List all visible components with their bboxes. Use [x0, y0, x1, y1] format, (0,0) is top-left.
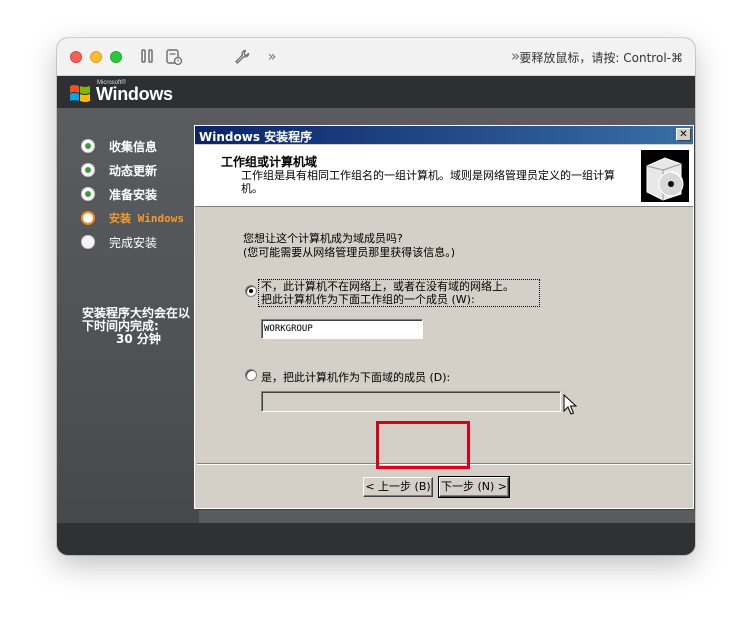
header-description: 工作组是具有相同工作组名的一组计算机。域则是网络管理员定义的一组计算机。 — [241, 169, 615, 195]
time-remaining-note: 安装程序大约会在以 下时间内完成: 30 分钟 — [82, 307, 200, 346]
close-window-button[interactable] — [70, 51, 82, 63]
step-done-icon — [81, 163, 95, 177]
pause-icon[interactable] — [139, 48, 155, 66]
back-button[interactable]: < 上一步 (B) — [363, 477, 433, 497]
domain-question: 您想让这个计算机成为域成员吗? (您可能需要从网络管理员那里获得该信息。) — [243, 232, 543, 260]
option-workgroup-label[interactable]: 不，此计算机不在网络上，或者在没有域的网络上。 把此计算机作为下面工作组的一个成… — [258, 279, 540, 307]
minimize-window-button[interactable] — [90, 51, 102, 63]
option-line: 把此计算机作为下面工作组的一个成员 (W): — [261, 293, 475, 306]
option-domain-label[interactable]: 是，把此计算机作为下面域的成员 (D): — [261, 369, 450, 385]
xp-bottom-bar — [57, 523, 695, 555]
question-note: (您可能需要从网络管理员那里获得该信息。) — [243, 246, 456, 259]
step-done-icon — [81, 187, 95, 201]
question-line: 您想让这个计算机成为域成员吗? — [243, 232, 403, 245]
snapshot-icon[interactable] — [165, 48, 183, 66]
time-remaining-minutes: 30 分钟 — [116, 332, 161, 346]
radio-domain-member[interactable] — [245, 369, 257, 381]
dialog-title-bar[interactable]: Windows 安装程序 ✕ — [195, 126, 693, 144]
step-label: 准备安装 — [109, 188, 158, 202]
header-title: 工作组或计算机域 — [221, 155, 318, 169]
dialog-title: Windows 安装程序 — [199, 130, 313, 144]
mouse-pointer-icon — [563, 394, 577, 415]
step-pending-icon — [81, 235, 95, 249]
release-mouse-hint: 要释放鼠标，请按: Control-⌘ — [519, 51, 683, 65]
setup-steps-panel: 收集信息 动态更新 准备安装 安装 Windows 完成安装 安装程序大约会在以… — [57, 108, 199, 523]
step-label: 完成安装 — [109, 236, 158, 250]
step-done-icon — [81, 139, 95, 153]
option-line: 不，此计算机不在网络上，或者在没有域的网络上。 — [261, 280, 514, 293]
dialog-header: 工作组或计算机域 工作组是具有相同工作组名的一组计算机。域则是网络管理员定义的一… — [195, 145, 693, 207]
domain-input[interactable] — [261, 391, 561, 412]
step-label: 安装 Windows — [109, 212, 184, 225]
workgroup-input[interactable]: WORKGROUP — [261, 319, 423, 339]
windows-flag-icon — [70, 85, 90, 102]
vm-window: » » 要释放鼠标，请按: Control-⌘ Microsoft® Windo… — [57, 38, 695, 555]
zoom-window-button[interactable] — [110, 51, 122, 63]
radio-not-domain-member[interactable] — [245, 285, 257, 297]
next-button-highlight — [376, 421, 470, 469]
xp-setup-screen: Microsoft® Windows 收集信息 动态更新 准备安装 安装 Win… — [57, 76, 695, 555]
step-current-icon — [81, 211, 95, 225]
windows-logo: Microsoft® Windows — [69, 80, 189, 106]
step-label: 收集信息 — [109, 140, 158, 154]
next-button[interactable]: 下一步 (N) > — [438, 476, 510, 498]
windows-wordmark: Windows — [96, 84, 173, 104]
wrench-icon[interactable] — [233, 48, 251, 66]
vm-toolbar: » » 要释放鼠标，请按: Control-⌘ — [57, 38, 695, 76]
setup-box-cd-icon — [641, 150, 689, 202]
close-icon[interactable]: ✕ — [676, 128, 691, 141]
more-chevron-icon[interactable]: » — [265, 48, 279, 66]
xp-top-bar: Microsoft® Windows — [57, 76, 695, 108]
step-label: 动态更新 — [109, 164, 158, 178]
